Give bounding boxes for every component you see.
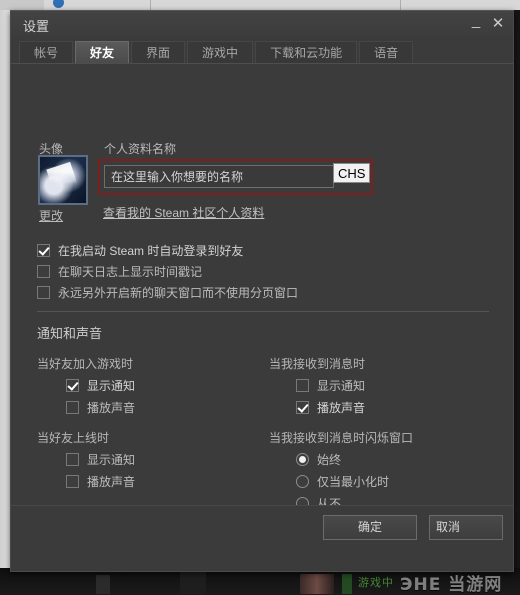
tab-downloads-cloud[interactable]: 下载和云功能 — [255, 41, 357, 63]
checkbox-box-icon — [37, 286, 50, 299]
checkbox-label: 显示通知 — [87, 451, 135, 468]
tab-bar: 帐号 好友 界面 游戏中 下载和云功能 语音 — [11, 39, 513, 64]
cancel-button[interactable]: 取消 — [429, 515, 503, 540]
checkbox-label: 显示通知 — [317, 377, 365, 394]
background-chrome-divider — [150, 0, 151, 10]
background-thumbnail — [180, 572, 206, 594]
group-title-friend-joins-game: 当好友加入游戏时 — [37, 355, 133, 372]
avatar[interactable] — [38, 155, 88, 205]
checkbox-friend-online-play-sound[interactable]: 播放声音 — [66, 473, 135, 490]
checkbox-box-icon — [296, 401, 309, 414]
avatar-image — [40, 157, 86, 203]
profile-name-input[interactable] — [104, 165, 334, 188]
background-status-text: 游戏中 — [358, 574, 394, 590]
checkbox-new-chat-window[interactable]: 永远另外开启新的聊天窗口而不使用分页窗口 — [37, 284, 298, 301]
background-chrome-segment — [0, 0, 44, 10]
tab-voice[interactable]: 语音 — [359, 41, 413, 63]
ime-status-indicator[interactable]: CHS — [333, 163, 370, 183]
checkbox-label: 播放声音 — [87, 399, 135, 416]
checkbox-label: 播放声音 — [87, 473, 135, 490]
group-title-flash-window: 当我接收到消息时闪烁窗口 — [269, 429, 413, 446]
radio-circle-icon — [296, 453, 309, 466]
checkbox-box-icon — [37, 244, 50, 257]
checkbox-friend-joins-show-notification[interactable]: 显示通知 — [66, 377, 135, 394]
notifications-header: 通知和声音 — [37, 323, 102, 342]
view-steam-profile-link[interactable]: 查看我的 Steam 社区个人资料 — [103, 204, 264, 221]
background-browser-chrome — [0, 0, 520, 10]
profile-name-label: 个人资料名称 — [104, 140, 176, 157]
checkbox-auto-login[interactable]: 在我启动 Steam 时自动登录到好友 — [37, 242, 243, 259]
checkbox-friend-online-show-notification[interactable]: 显示通知 — [66, 451, 135, 468]
tab-in-game[interactable]: 游戏中 — [187, 41, 253, 63]
checkbox-chat-timestamps[interactable]: 在聊天日志上显示时间戳记 — [37, 263, 202, 280]
tab-account[interactable]: 帐号 — [19, 41, 73, 63]
window-title: 设置 — [23, 16, 49, 35]
title-bar: 设置 _ ✕ — [11, 11, 513, 37]
background-left-edge — [0, 10, 10, 570]
checkbox-box-icon — [66, 475, 79, 488]
radio-flash-always[interactable]: 始终 — [296, 451, 341, 468]
settings-content: 头像 更改 个人资料名称 CHS 查看我的 Steam 社区个人资料 在我启动 … — [11, 64, 513, 552]
checkbox-message-play-sound[interactable]: 播放声音 — [296, 399, 365, 416]
section-divider — [37, 311, 489, 312]
checkbox-box-icon — [66, 453, 79, 466]
radio-label: 仅当最小化时 — [317, 473, 389, 490]
checkbox-label: 显示通知 — [87, 377, 135, 394]
checkbox-box-icon — [66, 379, 79, 392]
radio-label: 始终 — [317, 451, 341, 468]
background-thumbnail — [342, 574, 352, 594]
checkbox-label: 在我启动 Steam 时自动登录到好友 — [58, 242, 243, 259]
background-thumbnail — [96, 575, 110, 594]
checkbox-label: 永远另外开启新的聊天窗口而不使用分页窗口 — [58, 284, 298, 301]
group-title-message-received: 当我接收到消息时 — [269, 355, 365, 372]
checkbox-label: 在聊天日志上显示时间戳记 — [58, 263, 202, 280]
checkbox-box-icon — [66, 401, 79, 414]
dialog-footer: 确定 取消 — [11, 505, 513, 552]
change-avatar-link[interactable]: 更改 — [39, 207, 63, 224]
checkbox-box-icon — [296, 379, 309, 392]
group-title-friend-online: 当好友上线时 — [37, 429, 109, 446]
close-icon[interactable]: ✕ — [489, 15, 507, 33]
tab-friends[interactable]: 好友 — [75, 41, 129, 63]
tab-interface[interactable]: 界面 — [131, 41, 185, 63]
checkbox-label: 播放声音 — [317, 399, 365, 416]
checkbox-box-icon — [37, 265, 50, 278]
radio-flash-minimized[interactable]: 仅当最小化时 — [296, 473, 389, 490]
minimize-icon[interactable]: _ — [467, 15, 485, 33]
ok-button[interactable]: 确定 — [323, 515, 417, 540]
settings-dialog: 设置 _ ✕ 帐号 好友 界面 游戏中 下载和云功能 语音 头像 更改 个人资料… — [10, 10, 514, 572]
background-chrome-divider — [400, 0, 401, 10]
checkbox-message-show-notification[interactable]: 显示通知 — [296, 377, 365, 394]
radio-circle-icon — [296, 475, 309, 488]
checkbox-friend-joins-play-sound[interactable]: 播放声音 — [66, 399, 135, 416]
background-thumbnail — [300, 574, 334, 594]
